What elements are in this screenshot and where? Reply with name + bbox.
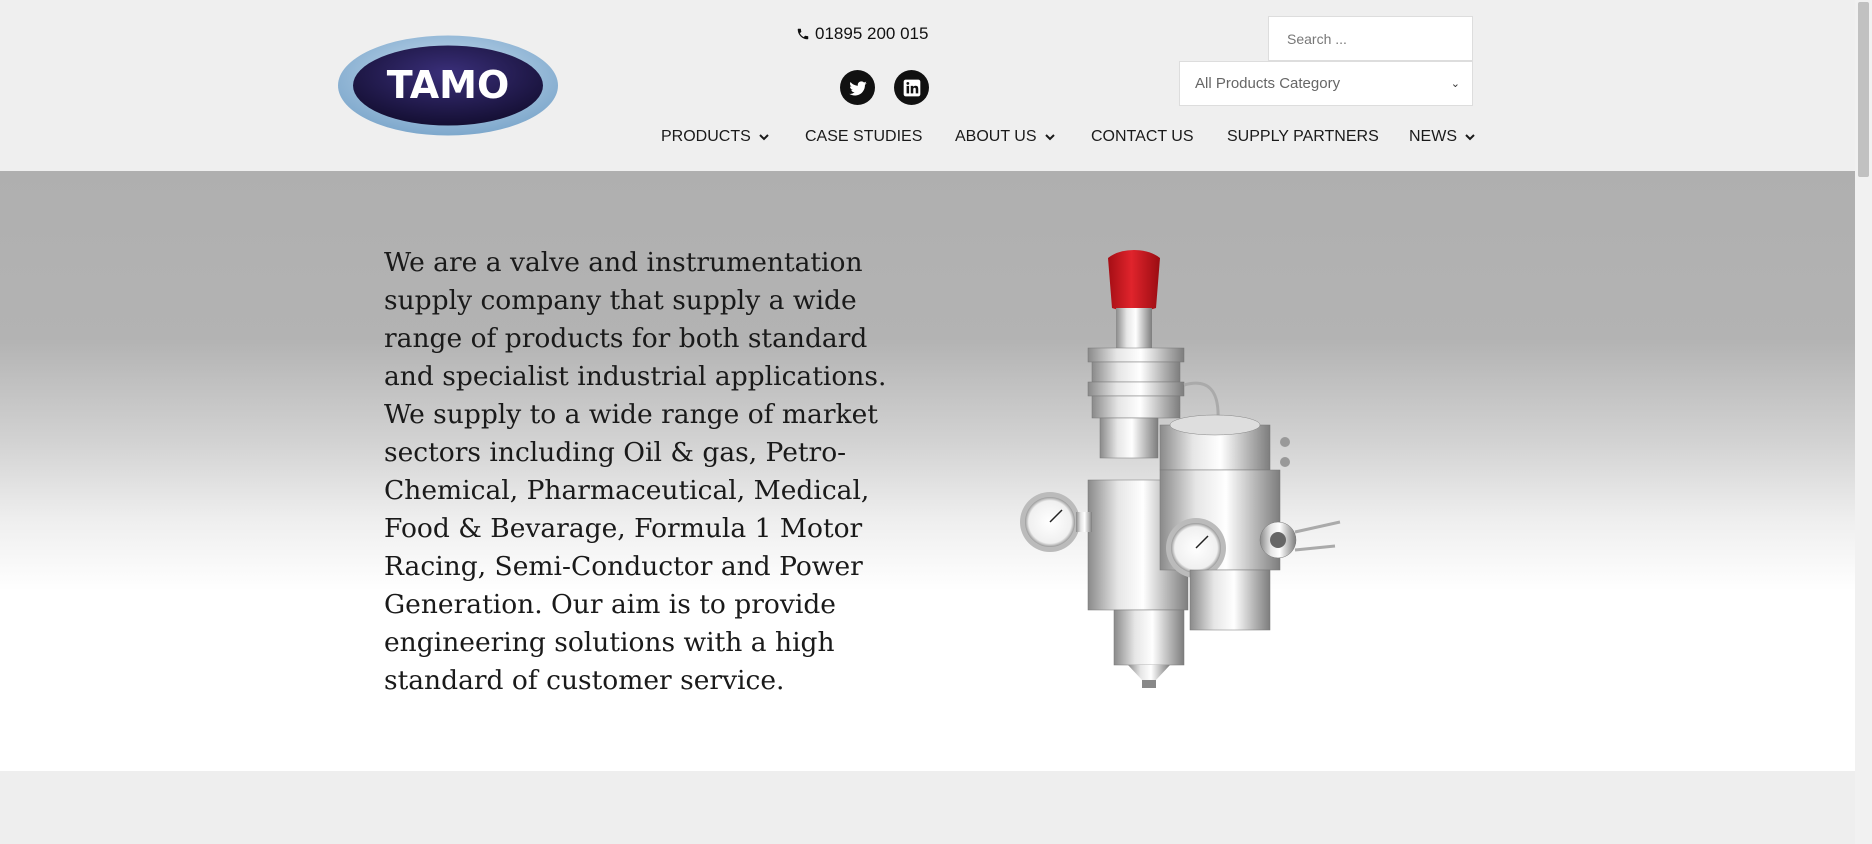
logo-text: TAMO [387,63,510,107]
nav-item-case-studies[interactable]: CASE STUDIES [805,128,922,146]
nav-item-contact-us[interactable]: CONTACT US [1091,128,1194,146]
page-scrollbar[interactable] [1855,0,1872,844]
nav-label: SUPPLY PARTNERS [1227,128,1379,145]
chevron-down-icon [1465,133,1475,141]
nav-item-news[interactable]: NEWS [1409,128,1475,146]
chevron-down-icon: ⌄ [1450,78,1460,90]
tamo-logo[interactable]: TAMO [337,35,559,136]
twitter-icon [848,80,867,95]
product-category-select[interactable]: All Products Category ⌄ [1179,61,1473,106]
phone-text: 01895 200 015 [815,24,929,43]
nav-item-products[interactable]: PRODUCTS [661,128,769,146]
linkedin-icon [903,79,920,96]
nav-label: CONTACT US [1091,128,1194,145]
valve-assembly-image [1020,250,1341,688]
nav-item-about-us[interactable]: ABOUT US [955,128,1055,146]
nav-label: CASE STUDIES [805,128,923,145]
nav-item-supply-partners[interactable]: SUPPLY PARTNERS [1227,128,1379,146]
nav-label: NEWS [1409,128,1457,145]
hero-intro-text: We are a valve and instrumentation suppl… [384,247,887,696]
phone-number[interactable]: 01895 200 015 [796,24,928,44]
hero-section: We are a valve and instrumentation suppl… [0,171,1855,771]
twitter-link[interactable] [840,70,875,105]
phone-icon [796,27,810,41]
linkedin-link[interactable] [894,70,929,105]
search-input[interactable] [1268,16,1473,61]
site-header: TAMO 01895 200 015 All Products Category… [0,0,1855,171]
category-select-value: All Products Category [1195,75,1341,92]
chevron-down-icon [1044,133,1055,141]
chevron-down-icon [759,133,769,141]
nav-label: PRODUCTS [661,128,751,145]
scrollbar-thumb[interactable] [1858,2,1869,177]
nav-label: ABOUT US [955,128,1037,145]
